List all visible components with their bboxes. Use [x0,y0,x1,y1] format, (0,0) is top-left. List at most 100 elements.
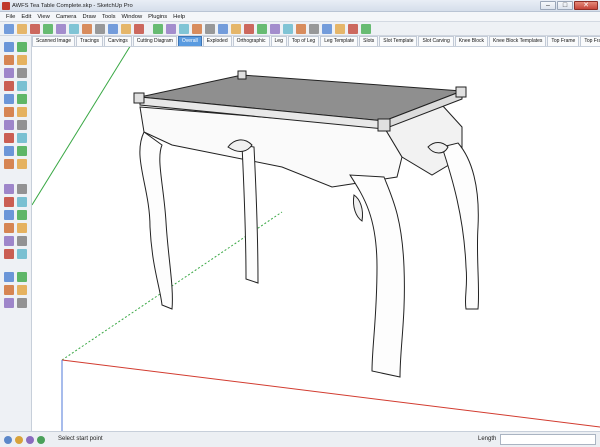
cut-icon[interactable] [43,24,53,34]
scene-tab[interactable]: Overall [177,36,202,46]
measurements-input[interactable] [500,434,596,445]
scene-tab[interactable]: Leg Template [320,36,359,46]
rotate-icon[interactable] [4,120,14,130]
scene-tab[interactable]: Tracings [76,36,104,46]
model-viewport[interactable] [32,47,600,431]
menu-draw[interactable]: Draw [82,14,96,20]
menu-tools[interactable]: Tools [102,14,116,20]
undo-icon[interactable] [95,24,105,34]
rotate-icon[interactable] [309,24,319,34]
outliner-icon[interactable] [4,285,14,295]
scale-icon[interactable] [4,133,14,143]
freehand-icon[interactable] [17,94,27,104]
push-pull-icon[interactable] [296,24,306,34]
push-pull-icon[interactable] [17,107,27,117]
arc-icon[interactable] [17,81,27,91]
arc-icon[interactable] [244,24,254,34]
maximize-button[interactable]: □ [557,1,573,10]
save-icon[interactable] [30,24,40,34]
help-icon[interactable] [37,436,45,444]
polygon-icon[interactable] [257,24,267,34]
section-plane-icon[interactable] [17,249,27,259]
previous-view-icon[interactable] [17,223,27,233]
axes-icon[interactable] [4,184,14,194]
line-icon[interactable] [17,68,27,78]
scene-tab[interactable]: Orthographic [232,36,270,46]
credits-icon[interactable] [15,436,23,444]
offset-icon[interactable] [348,24,358,34]
circle-icon[interactable] [231,24,241,34]
scale-icon[interactable] [335,24,345,34]
component-icon[interactable] [166,24,176,34]
rectangle-icon[interactable] [205,24,215,34]
eraser-icon[interactable] [192,24,202,34]
follow-me-icon[interactable] [17,120,27,130]
make-component-icon[interactable] [17,42,27,52]
position-camera-icon[interactable] [4,236,14,246]
menu-window[interactable]: Window [122,14,143,20]
scene-tab[interactable]: Slots [359,36,379,46]
scene-tab[interactable]: Top Frame /section [580,36,600,46]
rectangle-icon[interactable] [4,68,14,78]
text-icon[interactable] [17,159,27,169]
geo-location-icon[interactable] [4,436,12,444]
close-button[interactable]: ✕ [574,1,598,10]
move-icon[interactable] [4,107,14,117]
scene-tab[interactable]: Top of Leg [287,36,320,46]
tape-icon[interactable] [361,24,371,34]
components-icon[interactable] [17,285,27,295]
dimension-icon[interactable] [17,146,27,156]
scene-tab[interactable]: Scanned Image [32,36,76,46]
scene-tab[interactable]: Knee Block Templates [489,36,547,46]
3d-text-icon[interactable] [17,184,27,194]
styles-icon[interactable] [17,298,27,308]
scene-tab[interactable]: Slot Carving [418,36,454,46]
menu-plugins[interactable]: Plugins [148,14,167,20]
select-icon[interactable] [153,24,163,34]
copy-icon[interactable] [56,24,66,34]
follow-me-icon[interactable] [322,24,332,34]
move-icon[interactable] [283,24,293,34]
scene-tab[interactable]: Exploded [202,36,232,46]
scene-tab[interactable]: Leg [270,36,287,46]
protractor-icon[interactable] [4,159,14,169]
scene-tab[interactable]: Slot Template [379,36,418,46]
redo-icon[interactable] [108,24,118,34]
pan-icon[interactable] [17,197,27,207]
zoom-icon[interactable] [4,210,14,220]
materials-icon[interactable] [4,298,14,308]
open-file-icon[interactable] [17,24,27,34]
print-icon[interactable] [121,24,131,34]
sandbox-icon[interactable] [4,272,14,282]
scene-tab[interactable]: Top Frame [547,36,580,46]
scene-tab[interactable]: Knee Block [454,36,489,46]
line-icon[interactable] [218,24,228,34]
polygon-icon[interactable] [4,94,14,104]
scene-tab[interactable]: Carvings [104,36,132,46]
menu-camera[interactable]: Camera [56,14,77,20]
user-icon[interactable] [26,436,34,444]
paint-icon[interactable] [179,24,189,34]
menu-view[interactable]: View [37,14,49,20]
layers-icon[interactable] [17,272,27,282]
scene-tab[interactable]: Cutting Diagram [132,36,177,46]
menu-help[interactable]: Help [173,14,185,20]
minimize-button[interactable]: – [540,1,556,10]
paste-icon[interactable] [69,24,79,34]
model-info-icon[interactable] [134,24,144,34]
menu-edit[interactable]: Edit [21,14,31,20]
select-icon[interactable] [4,42,14,52]
walk-icon[interactable] [17,236,27,246]
orbit-icon[interactable] [4,197,14,207]
erase-icon[interactable] [82,24,92,34]
eraser-icon[interactable] [17,55,27,65]
offset-icon[interactable] [17,133,27,143]
menu-file[interactable]: File [6,14,15,20]
paint-bucket-icon[interactable] [4,55,14,65]
zoom-window-icon[interactable] [17,210,27,220]
freehand-icon[interactable] [270,24,280,34]
circle-icon[interactable] [4,81,14,91]
zoom-extents-icon[interactable] [4,223,14,233]
tape-measure-icon[interactable] [4,146,14,156]
look-around-icon[interactable] [4,249,14,259]
